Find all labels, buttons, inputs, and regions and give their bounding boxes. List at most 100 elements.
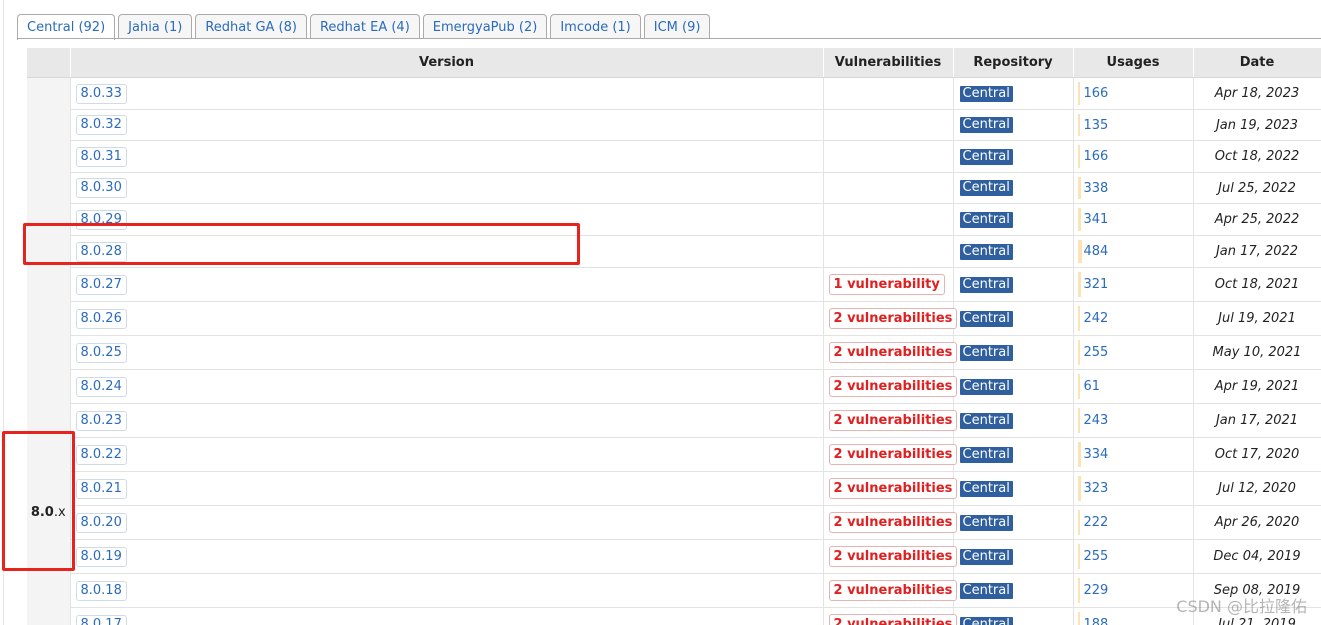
usage-count-link[interactable]: 334 bbox=[1084, 447, 1109, 462]
usage-count-link[interactable]: 341 bbox=[1084, 212, 1109, 227]
version-link[interactable]: 8.0.22 bbox=[75, 444, 127, 465]
repository-cell: Central bbox=[953, 403, 1074, 438]
version-group-label: 8.0.x bbox=[31, 505, 66, 520]
repository-badge[interactable]: Central bbox=[959, 85, 1013, 102]
repository-badge[interactable]: Central bbox=[959, 548, 1013, 565]
repository-badge[interactable]: Central bbox=[959, 582, 1013, 599]
version-group-major: 8.0 bbox=[30, 505, 54, 520]
repository-badge[interactable]: Central bbox=[959, 243, 1013, 260]
repository-badge[interactable]: Central bbox=[959, 310, 1013, 327]
version-cell: 8.0.30 bbox=[70, 172, 824, 204]
version-link[interactable]: 8.0.19 bbox=[75, 546, 127, 567]
usage-bar bbox=[1077, 374, 1080, 399]
usages-cell: 166 bbox=[1073, 140, 1194, 173]
vulnerability-badge[interactable]: 2 vulnerabilities bbox=[828, 512, 958, 533]
usage-count-link[interactable]: 222 bbox=[1084, 515, 1109, 530]
repository-badge[interactable]: Central bbox=[959, 514, 1013, 531]
repository-badge[interactable]: Central bbox=[959, 344, 1013, 361]
tab-central[interactable]: Central (92) bbox=[17, 14, 116, 40]
tab-jahia[interactable]: Jahia (1) bbox=[118, 14, 193, 39]
repository-badge[interactable]: Central bbox=[959, 616, 1013, 625]
vulnerability-badge[interactable]: 2 vulnerabilities bbox=[828, 308, 958, 329]
repository-cell: Central bbox=[953, 505, 1074, 540]
tab-redhat-ga[interactable]: Redhat GA (8) bbox=[195, 14, 307, 39]
table-header-row: Version Vulnerabilities Repository Usage… bbox=[27, 48, 1321, 78]
table-row: 8.0.31 Central 166 Oct 18, 2022 bbox=[27, 140, 1321, 173]
usage-count-link[interactable]: 242 bbox=[1084, 311, 1109, 326]
repository-badge[interactable]: Central bbox=[959, 378, 1013, 395]
usage-count-link[interactable]: 61 bbox=[1084, 379, 1101, 394]
release-date: Jan 17, 2021 bbox=[1193, 403, 1321, 438]
tabs-baseline bbox=[17, 38, 1321, 39]
version-link[interactable]: 8.0.17 bbox=[75, 614, 127, 625]
usages-cell: 229 bbox=[1073, 573, 1194, 608]
version-link[interactable]: 8.0.30 bbox=[75, 178, 127, 198]
vulnerability-badge[interactable]: 2 vulnerabilities bbox=[828, 444, 958, 465]
usages-cell: 188 bbox=[1073, 607, 1194, 625]
usage-bar bbox=[1077, 510, 1080, 535]
vulnerability-badge[interactable]: 1 vulnerability bbox=[828, 274, 945, 295]
vulnerability-badge[interactable]: 2 vulnerabilities bbox=[828, 546, 958, 567]
repository-badge[interactable]: Central bbox=[959, 117, 1013, 133]
repository-badge[interactable]: Central bbox=[959, 148, 1013, 165]
usage-count-link[interactable]: 255 bbox=[1084, 549, 1109, 564]
usage-count-link[interactable]: 255 bbox=[1084, 345, 1109, 360]
vulnerability-badge[interactable]: 2 vulnerabilities bbox=[828, 580, 958, 601]
tab-emergyapub[interactable]: EmergyaPub (2) bbox=[422, 14, 548, 39]
repository-cell: Central bbox=[953, 109, 1074, 141]
repository-badge[interactable]: Central bbox=[959, 180, 1013, 196]
version-link[interactable]: 8.0.21 bbox=[75, 478, 127, 499]
repository-badge[interactable]: Central bbox=[959, 446, 1013, 463]
vulnerability-badge[interactable]: 2 vulnerabilities bbox=[828, 614, 958, 625]
version-link[interactable]: 8.0.24 bbox=[75, 376, 127, 397]
version-link[interactable]: 8.0.27 bbox=[75, 274, 127, 295]
usages-cell: 242 bbox=[1073, 301, 1194, 336]
usage-count-link[interactable]: 323 bbox=[1084, 481, 1109, 496]
repository-badge[interactable]: Central bbox=[959, 211, 1013, 228]
usage-count-link[interactable]: 166 bbox=[1084, 86, 1109, 101]
version-link[interactable]: 8.0.25 bbox=[75, 342, 127, 363]
usages-cell: 61 bbox=[1073, 369, 1194, 404]
version-link[interactable]: 8.0.26 bbox=[75, 308, 127, 329]
release-date: Apr 18, 2023 bbox=[1193, 77, 1321, 110]
vulnerabilities-cell: 2 vulnerabilities bbox=[823, 471, 958, 506]
version-link[interactable]: 8.0.33 bbox=[75, 83, 127, 104]
usage-count-link[interactable]: 229 bbox=[1084, 583, 1109, 598]
usage-count-link[interactable]: 243 bbox=[1084, 413, 1109, 428]
vulnerability-badge[interactable]: 2 vulnerabilities bbox=[828, 376, 958, 397]
version-link[interactable]: 8.0.31 bbox=[75, 146, 127, 167]
usage-count-link[interactable]: 188 bbox=[1084, 617, 1109, 625]
version-link[interactable]: 8.0.18 bbox=[75, 580, 127, 601]
usage-count-link[interactable]: 338 bbox=[1084, 181, 1109, 196]
repository-badge[interactable]: Central bbox=[959, 480, 1013, 497]
group-header bbox=[27, 48, 71, 78]
version-link[interactable]: 8.0.23 bbox=[75, 410, 127, 431]
version-group-cell: 8.0.x bbox=[27, 77, 71, 625]
usages-cell: 338 bbox=[1073, 172, 1194, 204]
vulnerability-badge[interactable]: 2 vulnerabilities bbox=[828, 342, 958, 363]
repository-badge[interactable]: Central bbox=[959, 412, 1013, 429]
vulnerability-badge[interactable]: 2 vulnerabilities bbox=[828, 478, 958, 499]
version-link[interactable]: 8.0.20 bbox=[75, 512, 127, 533]
tab-icm[interactable]: ICM (9) bbox=[643, 14, 711, 39]
usage-wrap: 229 bbox=[1074, 574, 1193, 607]
version-link[interactable]: 8.0.29 bbox=[75, 209, 127, 230]
table-row: 8.0.25 2 vulnerabilities Central 255 May 10,… bbox=[27, 335, 1321, 370]
version-cell: 8.0.20 bbox=[70, 505, 824, 540]
usages-cell: 222 bbox=[1073, 505, 1194, 540]
usage-count-link[interactable]: 166 bbox=[1084, 149, 1109, 164]
table-row: 8.0.21 2 vulnerabilities Central 323 Jul 12,… bbox=[27, 471, 1321, 506]
repository-badge[interactable]: Central bbox=[959, 276, 1013, 293]
usage-wrap: 484 bbox=[1074, 236, 1193, 267]
tab-redhat-ea[interactable]: Redhat EA (4) bbox=[309, 14, 420, 39]
version-link[interactable]: 8.0.28 bbox=[75, 241, 127, 262]
vulnerabilities-cell: 2 vulnerabilities bbox=[823, 301, 958, 336]
tab-imcode[interactable]: Imcode (1) bbox=[550, 14, 641, 39]
repository-tabs: Central (92) Jahia (1) Redhat GA (8) Red… bbox=[17, 14, 711, 40]
usage-count-link[interactable]: 484 bbox=[1084, 244, 1109, 259]
repository-cell: Central bbox=[953, 471, 1074, 506]
version-link[interactable]: 8.0.32 bbox=[75, 115, 127, 135]
usage-count-link[interactable]: 321 bbox=[1084, 277, 1109, 292]
vulnerability-badge[interactable]: 2 vulnerabilities bbox=[828, 410, 958, 431]
usage-count-link[interactable]: 135 bbox=[1084, 118, 1109, 133]
